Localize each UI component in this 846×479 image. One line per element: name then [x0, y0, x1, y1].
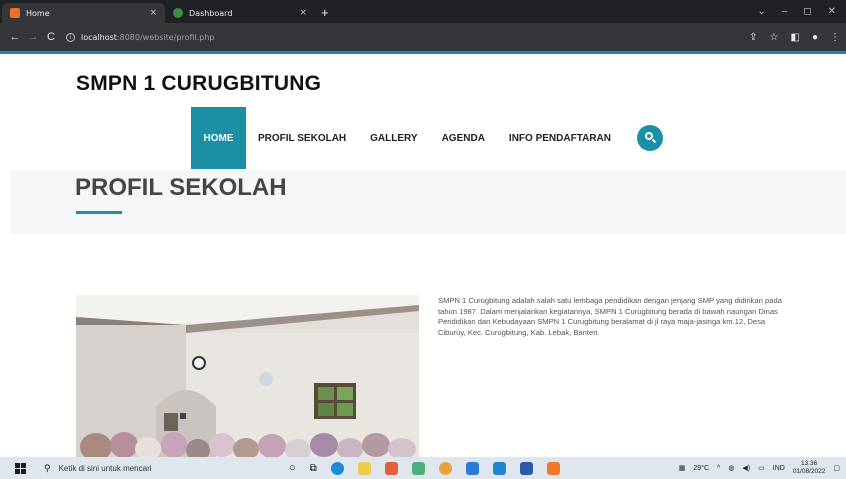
url-host: localhost — [81, 32, 117, 42]
temperature[interactable]: 29°C — [693, 465, 709, 472]
tab-label: Home — [26, 8, 50, 18]
file-explorer-icon[interactable] — [357, 461, 371, 475]
forward-icon[interactable]: → — [24, 31, 42, 43]
word-icon[interactable] — [519, 461, 533, 475]
notification-icon[interactable]: ▢ — [833, 464, 840, 472]
search-icon[interactable] — [636, 125, 663, 151]
vscode-icon[interactable] — [492, 461, 506, 475]
url-path: :8080/website/profil.php — [116, 32, 215, 42]
menu-profil-sekolah[interactable]: PROFIL SEKOLAH — [246, 107, 358, 169]
battery-icon[interactable]: ▭ — [758, 464, 765, 472]
restore-icon[interactable]: ◻ — [803, 6, 811, 17]
language-indicator[interactable]: IND — [773, 465, 785, 472]
weather-icon[interactable]: ▦ — [679, 464, 686, 472]
clock[interactable]: 13.36 01/08/2022 — [793, 460, 826, 476]
taskbar: ⚲ Ketik di sini untuk mencari ○ ⧉ ▦ 29°C… — [0, 457, 846, 479]
volume-icon[interactable]: ◀) — [742, 464, 750, 472]
tab-dashboard[interactable]: Dashboard × — [165, 3, 315, 23]
heading-underline — [76, 211, 122, 214]
menu-kebab-icon[interactable]: ⋮ — [830, 32, 840, 43]
task-view-icon[interactable]: ⧉ — [310, 463, 317, 474]
mail-icon[interactable] — [465, 461, 479, 475]
close-icon[interactable]: × — [299, 8, 307, 18]
edge-icon[interactable] — [330, 461, 344, 475]
page-title: PROFIL SEKOLAH — [75, 174, 287, 201]
window-close-icon[interactable]: ✕ — [828, 6, 836, 17]
minimize-icon[interactable]: – — [782, 6, 788, 17]
tab-home[interactable]: Home × — [2, 3, 165, 23]
taskbar-apps: ○ ⧉ — [289, 461, 560, 475]
tray-chevron-icon[interactable]: ^ — [717, 465, 720, 472]
taskbar-search-placeholder: Ketik di sini untuk mencari — [58, 463, 152, 473]
clock-date: 01/08/2022 — [792, 468, 826, 475]
tab-label: Dashboard — [189, 8, 233, 18]
back-icon[interactable]: ← — [6, 31, 24, 43]
new-tab-button[interactable]: + — [321, 3, 329, 23]
network-icon[interactable]: ◍ — [728, 464, 734, 472]
school-photo — [76, 295, 419, 457]
menu-gallery[interactable]: GALLERY — [358, 107, 429, 169]
menu-home[interactable]: HOME — [191, 107, 246, 169]
store-icon[interactable] — [384, 461, 398, 475]
school-profile-text: SMPN 1 Curugbitung adalah salah satu lem… — [438, 296, 782, 337]
close-icon[interactable]: × — [149, 8, 157, 18]
bookmark-star-icon[interactable]: ☆ — [770, 32, 779, 43]
site-title[interactable]: SMPN 1 CURUGBITUNG — [76, 72, 321, 96]
xampp-icon[interactable] — [546, 461, 560, 475]
share-icon[interactable]: ⇪ — [749, 32, 757, 43]
menu-info-pendaftaran[interactable]: INFO PENDAFTARAN — [497, 107, 623, 169]
address-bar-actions: ⇪ ☆ ◧ ● ⋮ — [749, 23, 840, 51]
chrome-icon[interactable] — [438, 461, 452, 475]
browser-tab-bar: Home × Dashboard × + ⌄ – ◻ ✕ — [0, 0, 846, 23]
side-panel-icon[interactable]: ◧ — [791, 32, 800, 43]
reload-icon[interactable]: C — [42, 31, 60, 43]
address-bar: ← → C i localhost :8080/website/profil.p… — [0, 23, 846, 51]
window-controls: ⌄ – ◻ ✕ — [757, 0, 846, 23]
menu-agenda[interactable]: AGENDA — [430, 107, 497, 169]
profile-icon[interactable]: ● — [812, 32, 818, 43]
tab-search-icon[interactable]: ⌄ — [757, 6, 765, 17]
site-info-icon[interactable]: i — [66, 32, 75, 42]
url-field[interactable]: i localhost :8080/website/profil.php — [66, 27, 214, 47]
windows-start-icon[interactable] — [15, 462, 26, 474]
system-tray: ▦ 29°C ^ ◍ ◀) ▭ IND 13.36 01/08/2022 ▢ — [679, 457, 840, 479]
app-icon[interactable] — [411, 461, 425, 475]
home-favicon-icon — [10, 8, 20, 18]
cortana-icon[interactable]: ○ — [289, 462, 296, 474]
web-page: SMPN 1 CURUGBITUNG HOME PROFIL SEKOLAH G… — [0, 54, 846, 457]
dashboard-favicon-icon — [173, 8, 183, 18]
search-icon: ⚲ — [44, 462, 51, 473]
taskbar-search-input[interactable]: ⚲ Ketik di sini untuk mencari — [44, 463, 254, 474]
clock-time: 13.36 — [800, 460, 818, 467]
main-menu: HOME PROFIL SEKOLAH GALLERY AGENDA INFO … — [191, 107, 663, 169]
